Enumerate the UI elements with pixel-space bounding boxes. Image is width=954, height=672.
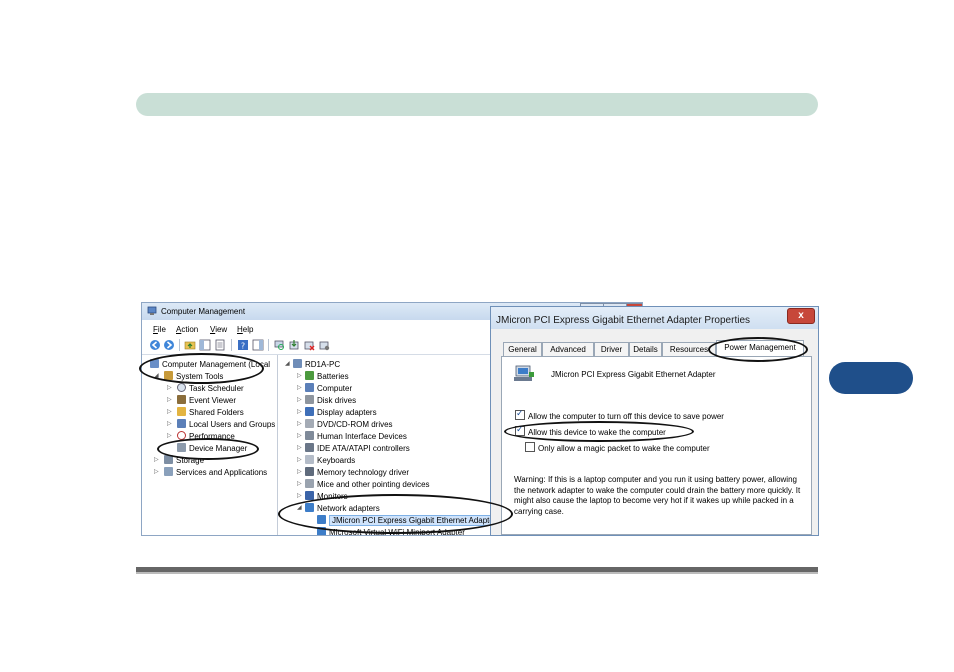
highlight-oval-power-management-tab	[708, 337, 808, 362]
computer-icon	[305, 383, 314, 392]
menu-action[interactable]: Action	[176, 325, 198, 334]
collapsed-arrow-icon[interactable]: ▷	[167, 384, 172, 391]
collapsed-arrow-icon[interactable]: ▷	[297, 372, 302, 379]
back-icon[interactable]	[149, 339, 161, 351]
tab-details[interactable]: Details	[629, 342, 662, 357]
help-icon[interactable]: ?	[237, 339, 249, 351]
tree-item-local-users-groups[interactable]: Local Users and Groups	[177, 419, 275, 430]
highlight-oval-wake-option	[504, 421, 694, 442]
mouse-icon	[305, 479, 314, 488]
menu-file[interactable]: File	[153, 325, 166, 334]
hid-icon	[305, 431, 314, 440]
menu-view[interactable]: View	[210, 325, 227, 334]
highlight-oval-system-tools	[139, 353, 264, 384]
device-category-keyboards[interactable]: Keyboards	[305, 455, 355, 466]
highlight-oval-device-manager	[157, 438, 259, 460]
keyboard-icon	[305, 455, 314, 464]
collapsed-arrow-icon[interactable]: ▷	[297, 432, 302, 439]
display-adapter-icon	[305, 407, 314, 416]
collapsed-arrow-icon[interactable]: ▷	[297, 444, 302, 451]
dialog-titlebar: JMicron PCI Express Gigabit Ethernet Ada…	[491, 307, 818, 329]
tree-item-event-viewer[interactable]: Event Viewer	[177, 395, 236, 406]
dvd-drive-icon	[305, 419, 314, 428]
device-category-disk-drives[interactable]: Disk drives	[305, 395, 356, 406]
services-icon	[164, 467, 173, 476]
collapsed-arrow-icon[interactable]: ▷	[154, 456, 159, 463]
uninstall-icon[interactable]	[303, 339, 315, 351]
tree-item-services-applications[interactable]: Services and Applications	[164, 467, 267, 478]
chapter-tab	[829, 362, 913, 394]
memory-icon	[305, 467, 314, 476]
svg-text:?: ?	[241, 342, 245, 351]
highlight-oval-network-adapters	[278, 494, 513, 534]
warning-text: Warning: If this is a laptop computer an…	[514, 475, 801, 516]
show-hide-action-pane-icon[interactable]	[252, 339, 264, 351]
toolbar-separator	[268, 339, 269, 351]
collapsed-arrow-icon[interactable]: ▷	[167, 420, 172, 427]
cm-title: Computer Management	[161, 307, 246, 316]
properties-icon[interactable]	[214, 339, 226, 351]
computer-management-icon	[147, 306, 157, 315]
tab-advanced[interactable]: Advanced	[542, 342, 594, 357]
computer-icon	[293, 359, 302, 368]
toolbar-separator	[179, 339, 180, 351]
up-folder-icon[interactable]	[184, 339, 196, 351]
checkbox-unchecked[interactable]	[525, 442, 535, 452]
collapsed-arrow-icon[interactable]: ▷	[297, 396, 302, 403]
collapsed-arrow-icon[interactable]: ▷	[167, 408, 172, 415]
disable-device-icon[interactable]	[318, 339, 330, 351]
dialog-title: JMicron PCI Express Gigabit Ethernet Ada…	[496, 315, 751, 326]
device-category-dvd-cd-rom[interactable]: DVD/CD-ROM drives	[305, 419, 393, 430]
device-category-display-adapters[interactable]: Display adapters	[305, 407, 377, 418]
monitor-icon	[305, 491, 314, 500]
ide-controller-icon	[305, 443, 314, 452]
device-tree-root[interactable]: RD1A-PC	[293, 359, 340, 370]
power-management-pane: JMicron PCI Express Gigabit Ethernet Ada…	[501, 356, 812, 535]
header-bar	[136, 93, 818, 116]
checkbox-checked[interactable]	[515, 408, 525, 420]
update-driver-icon[interactable]	[288, 339, 300, 351]
device-category-computer[interactable]: Computer	[305, 383, 352, 394]
footer-rule	[136, 567, 818, 574]
collapsed-arrow-icon[interactable]: ▷	[297, 468, 302, 475]
scan-hardware-icon[interactable]	[273, 339, 285, 351]
dialog-close-button[interactable]: x	[787, 308, 815, 324]
device-category-hid[interactable]: Human Interface Devices	[305, 431, 407, 442]
device-category-batteries[interactable]: Batteries	[305, 371, 349, 382]
device-category-mice[interactable]: Mice and other pointing devices	[305, 479, 430, 490]
battery-icon	[305, 371, 314, 380]
event-viewer-icon	[177, 395, 186, 404]
collapsed-arrow-icon[interactable]: ▷	[297, 384, 302, 391]
tab-general[interactable]: General	[503, 342, 542, 357]
device-category-memory-technology[interactable]: Memory technology driver	[305, 467, 409, 478]
console-tree-icon[interactable]	[199, 339, 211, 351]
collapsed-arrow-icon[interactable]: ▷	[297, 408, 302, 415]
collapsed-arrow-icon[interactable]: ▷	[297, 492, 302, 499]
toolbar-separator	[231, 339, 232, 351]
clock-icon	[177, 383, 186, 392]
network-adapter-icon	[514, 365, 534, 381]
collapsed-arrow-icon[interactable]: ▷	[167, 396, 172, 403]
collapsed-arrow-icon[interactable]: ▷	[297, 456, 302, 463]
shared-folder-icon	[177, 407, 186, 416]
expanded-arrow-icon[interactable]: ◢	[285, 360, 290, 367]
device-category-ide-ata[interactable]: IDE ATA/ATAPI controllers	[305, 443, 410, 454]
option-allow-turn-off[interactable]: Allow the computer to turn off this devi…	[515, 408, 724, 421]
collapsed-arrow-icon[interactable]: ▷	[154, 468, 159, 475]
collapsed-arrow-icon[interactable]: ▷	[167, 432, 172, 439]
collapsed-arrow-icon[interactable]: ▷	[297, 420, 302, 427]
tab-driver[interactable]: Driver	[594, 342, 629, 357]
tree-item-task-scheduler[interactable]: Task Scheduler	[177, 383, 244, 394]
forward-icon[interactable]	[163, 339, 175, 351]
menu-help[interactable]: Help	[237, 325, 253, 334]
collapsed-arrow-icon[interactable]: ▷	[297, 480, 302, 487]
option-magic-packet[interactable]: Only allow a magic packet to wake the co…	[525, 442, 710, 453]
disk-drive-icon	[305, 395, 314, 404]
users-icon	[177, 419, 186, 428]
device-name: JMicron PCI Express Gigabit Ethernet Ada…	[551, 370, 716, 379]
tree-item-shared-folders[interactable]: Shared Folders	[177, 407, 244, 418]
